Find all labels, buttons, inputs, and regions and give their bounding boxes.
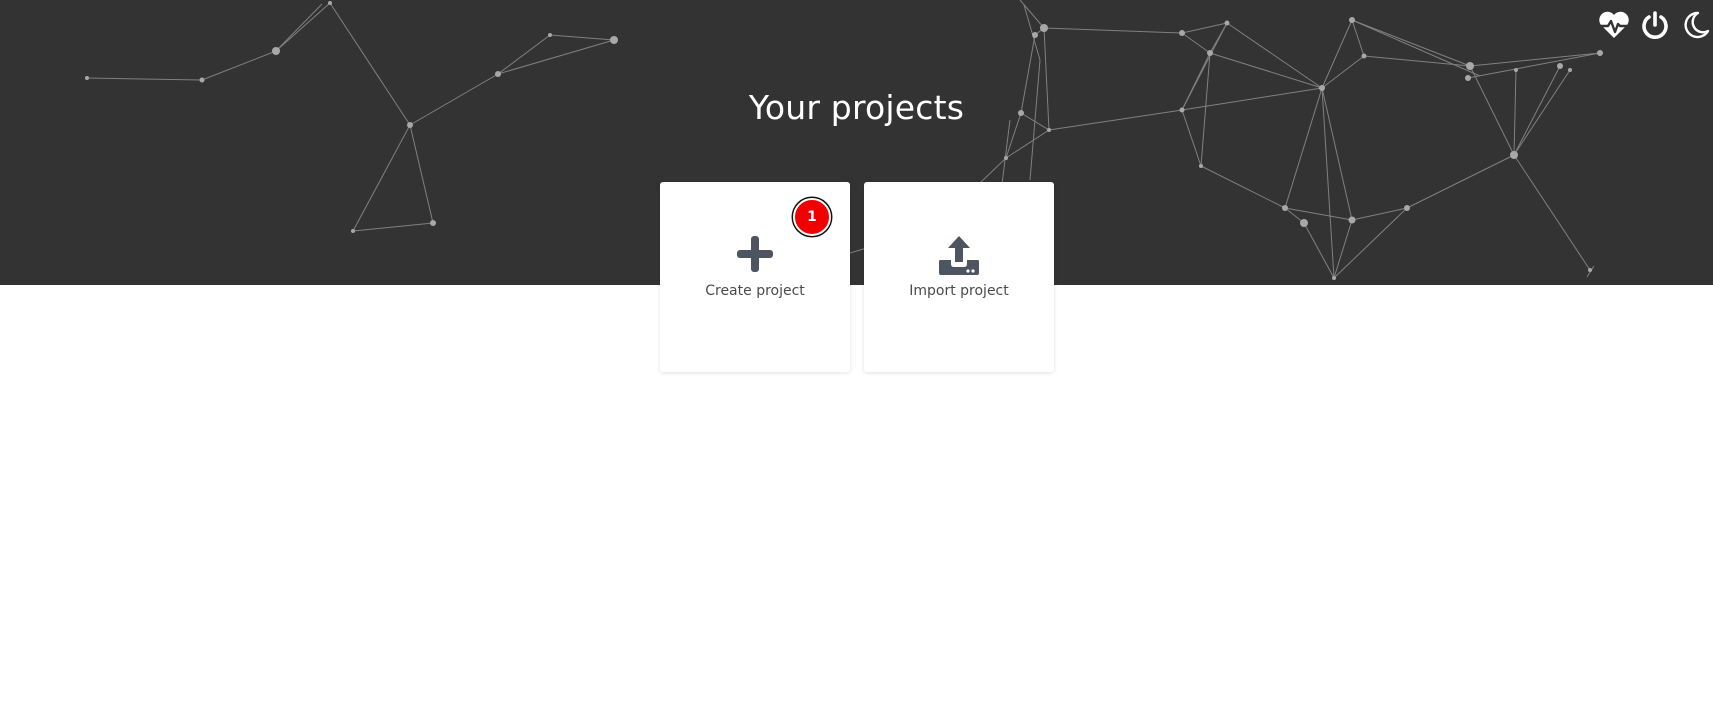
- create-project-label: Create project: [705, 283, 805, 299]
- create-project-card[interactable]: Create project 1: [660, 182, 850, 372]
- project-actions: Create project 1 Import project: [660, 182, 1068, 372]
- moon-icon[interactable]: [1679, 9, 1713, 41]
- page-title: Your projects: [748, 88, 965, 127]
- plus-icon: [660, 234, 850, 278]
- upload-icon: [864, 234, 1054, 278]
- notification-badge: 1: [793, 198, 831, 236]
- import-project-card[interactable]: Import project: [864, 182, 1054, 372]
- power-icon[interactable]: [1638, 9, 1672, 41]
- import-project-label: Import project: [909, 283, 1009, 299]
- top-toolbar: [1590, 9, 1713, 41]
- heartbeat-icon[interactable]: [1597, 9, 1631, 41]
